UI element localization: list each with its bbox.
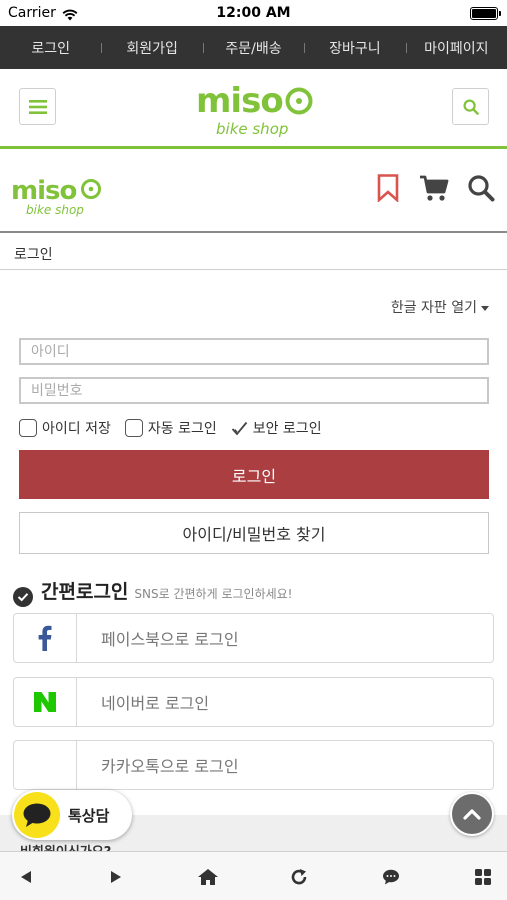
logo-small-text: miso xyxy=(11,176,76,206)
caret-down-icon xyxy=(481,305,489,311)
naver-icon xyxy=(14,678,77,726)
auto-login-label: 자동 로그인 xyxy=(147,421,217,437)
status-bar: Carrier 12:00 AM xyxy=(0,0,507,26)
secure-login-option[interactable]: 보안 로그인 xyxy=(231,418,322,438)
login-button[interactable]: 로그인 xyxy=(19,450,489,499)
logo-subtext: bike shop xyxy=(216,120,288,138)
kakao-icon xyxy=(14,741,77,789)
site-logo[interactable]: miso bike shop xyxy=(196,81,314,139)
reload-icon[interactable] xyxy=(287,866,311,888)
keyboard-toggle[interactable]: 한글 자판 열기 xyxy=(391,297,489,317)
logo-small-subtext: bike shop xyxy=(26,203,84,217)
top-nav-cart[interactable]: 장바구니 xyxy=(304,38,405,58)
facebook-icon xyxy=(14,614,77,662)
battery-icon xyxy=(470,7,501,20)
top-nav-join[interactable]: 회원가입 xyxy=(101,38,202,58)
sns-login-title: 간편로그인 xyxy=(41,581,129,603)
clock: 12:00 AM xyxy=(216,5,291,21)
auto-login-checkbox[interactable] xyxy=(124,419,143,437)
top-nav: 로그인 회원가입 주문/배송 장바구니 마이페이지 xyxy=(0,26,507,69)
top-nav-mypage[interactable]: 마이페이지 xyxy=(405,38,507,58)
top-nav-orders[interactable]: 주문/배송 xyxy=(202,38,304,58)
chevron-up-icon xyxy=(463,809,481,820)
search-icon xyxy=(462,98,479,115)
search-icon[interactable] xyxy=(467,174,495,206)
kakao-login-label: 카카오톡으로 로그인 xyxy=(101,757,239,776)
breadcrumb: 로그인 xyxy=(0,235,507,270)
chat-bubble-icon xyxy=(14,792,60,838)
chat-icon[interactable] xyxy=(379,866,403,888)
facebook-login-label: 페이스북으로 로그인 xyxy=(101,630,239,649)
id-input[interactable] xyxy=(19,338,489,365)
browser-toolbar xyxy=(0,851,507,900)
logo-text: miso xyxy=(196,81,283,121)
top-nav-login[interactable]: 로그인 xyxy=(0,38,101,58)
site-header: miso bike shop xyxy=(0,69,507,149)
sub-header: miso bike shop xyxy=(0,152,507,233)
back-icon[interactable] xyxy=(14,866,38,888)
save-id-option[interactable]: 아이디 저장 xyxy=(19,418,111,438)
grid-icon[interactable] xyxy=(471,866,495,888)
sns-login-header: 간편로그인 SNS로 간편하게 로그인하세요! xyxy=(13,577,293,607)
header-search-button[interactable] xyxy=(452,88,489,125)
secure-login-label: 보안 로그인 xyxy=(252,421,322,437)
auto-login-option[interactable]: 자동 로그인 xyxy=(124,418,217,438)
menu-button[interactable] xyxy=(19,88,56,125)
login-options: 아이디 저장 자동 로그인 보안 로그인 xyxy=(19,417,336,439)
scroll-top-button[interactable] xyxy=(450,792,494,836)
kakao-login-button[interactable]: 카카오톡으로 로그인 xyxy=(13,740,494,790)
kakao-chat-button[interactable]: 톡상담 xyxy=(12,790,132,840)
naver-login-button[interactable]: 네이버로 로그인 xyxy=(13,677,494,727)
naver-login-label: 네이버로 로그인 xyxy=(101,694,210,713)
page-title: 로그인 xyxy=(14,247,53,263)
hamburger-icon xyxy=(28,99,47,114)
forward-icon[interactable] xyxy=(104,866,128,888)
kakao-chat-label: 톡상담 xyxy=(68,806,110,825)
home-icon[interactable] xyxy=(196,866,220,888)
facebook-login-button[interactable]: 페이스북으로 로그인 xyxy=(13,613,494,663)
checkmark-icon[interactable] xyxy=(231,421,248,436)
keyboard-toggle-label: 한글 자판 열기 xyxy=(390,300,477,316)
sub-header-logo[interactable]: miso bike shop xyxy=(11,174,103,218)
find-account-button[interactable]: 아이디/비밀번호 찾기 xyxy=(19,512,489,554)
sns-login-description: SNS로 간편하게 로그인하세요! xyxy=(134,587,293,601)
cart-icon[interactable] xyxy=(419,174,449,206)
check-circle-icon xyxy=(13,587,33,607)
bookmark-icon[interactable] xyxy=(377,174,399,206)
save-id-label: 아이디 저장 xyxy=(42,421,111,437)
password-input[interactable] xyxy=(19,377,489,404)
save-id-checkbox[interactable] xyxy=(19,419,37,437)
